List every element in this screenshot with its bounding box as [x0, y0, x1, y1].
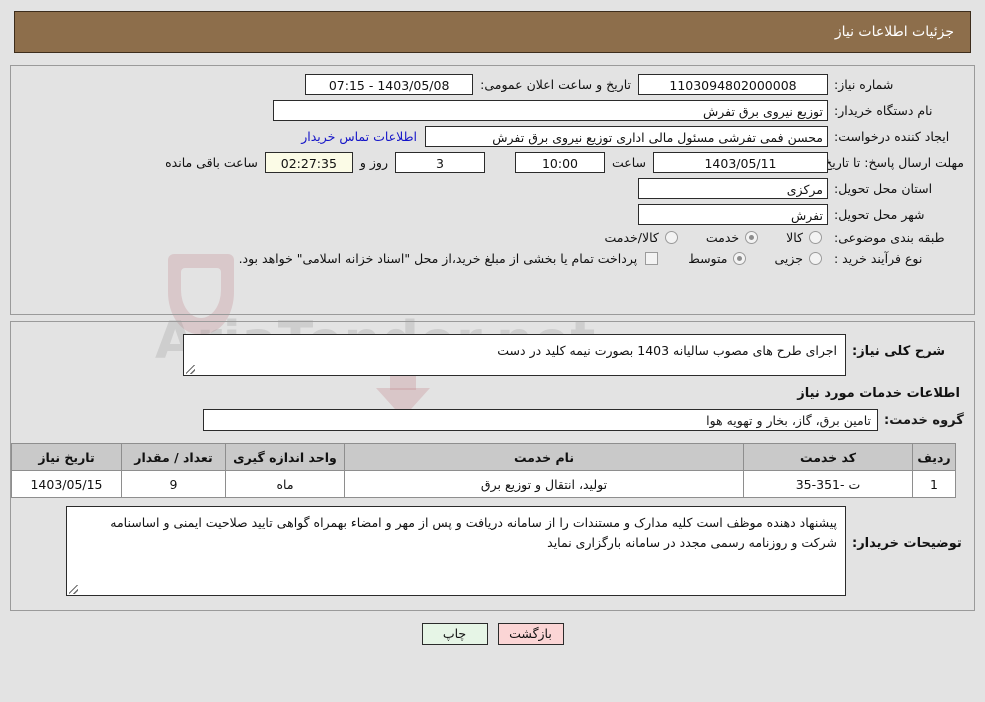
category-option-kala[interactable]: کالا [768, 230, 828, 245]
need-number-field[interactable]: 1103094802000008 [638, 74, 828, 95]
row-city: شهر محل تحویل: تفرش [21, 204, 964, 225]
description-textarea[interactable]: اجرای طرح های مصوب سالیانه 1403 بصورت نی… [183, 334, 846, 376]
countdown-field[interactable]: 02:27:35 [264, 152, 353, 173]
requester-label: ایجاد کننده درخواست: [834, 129, 950, 144]
row-service-group: گروه خدمت: تامین برق، گاز، بخار و تهویه … [21, 409, 964, 431]
category-radio-kala-khedmat[interactable] [664, 231, 678, 244]
category-radio-kala-khedmat-label: کالا/خدمت [604, 230, 659, 245]
deadline-time-field[interactable]: 10:00 [514, 152, 605, 173]
need-info-panel: شماره نیاز: 1103094802000008 تاریخ و ساع… [10, 65, 975, 315]
services-table: ردیف کد خدمت نام خدمت واحد اندازه گیری ت… [11, 443, 956, 498]
col-date: تاریخ نیاز [11, 443, 122, 471]
buyer-notes-label: توضیحات خریدار: [852, 536, 962, 551]
process-radio-jozee-label: جزیی [774, 251, 803, 266]
cell-need-date: 1403/05/15 [11, 470, 122, 498]
category-label: طبقه بندی موضوعی: [834, 230, 945, 245]
process-option-jozee[interactable]: جزیی [756, 251, 828, 266]
service-group-field[interactable]: تامین برق، گاز، بخار و تهویه هوا [203, 409, 878, 431]
treasury-bond-checkbox[interactable] [645, 252, 659, 265]
announce-datetime-field[interactable]: 1403/05/08 - 07:15 [305, 74, 474, 95]
row-requester: ایجاد کننده درخواست: محسن فمی تفرشی مسئو… [21, 126, 964, 147]
col-code: کد خدمت [743, 443, 913, 471]
category-radio-kala[interactable] [809, 231, 822, 244]
deadline-date-field[interactable]: 1403/05/11 [653, 152, 828, 173]
category-radio-khedmat-label: خدمت [705, 230, 740, 245]
cell-name: تولید، انتقال و توزیع برق [344, 470, 744, 498]
col-name: نام خدمت [344, 443, 744, 471]
province-label: استان محل تحویل: [834, 181, 933, 196]
city-field[interactable]: تفرش [638, 204, 828, 225]
hour-label: ساعت [611, 155, 646, 170]
remaining-days-field[interactable]: 3 [394, 152, 485, 173]
city-label: شهر محل تحویل: [834, 207, 925, 222]
province-field[interactable]: مرکزی [638, 178, 828, 199]
page-title: جزئیات اطلاعات نیاز [834, 24, 954, 40]
row-category: طبقه بندی موضوعی: کالا خدمت کالا/خدمت [21, 230, 964, 245]
buyer-org-label: نام دستگاه خریدار: [834, 103, 933, 118]
row-description: شرح کلی نیاز: اجرای طرح های مصوب سالیانه… [21, 334, 964, 376]
page-title-bar: جزئیات اطلاعات نیاز [14, 11, 971, 53]
remaining-label: ساعت باقی مانده [165, 155, 258, 170]
cell-unit: ماه [225, 470, 345, 498]
process-radio-jozee[interactable] [809, 252, 822, 265]
col-qty: تعداد / مقدار [121, 443, 226, 471]
cell-quantity: 9 [121, 470, 226, 498]
category-radio-khedmat[interactable] [745, 231, 759, 244]
col-index: ردیف [912, 443, 956, 471]
table-header-row: ردیف کد خدمت نام خدمت واحد اندازه گیری ت… [11, 443, 956, 471]
service-group-label: گروه خدمت: [884, 412, 964, 428]
category-option-kala-khedmat[interactable]: کالا/خدمت [586, 230, 683, 245]
category-radio-kala-label: کالا [786, 230, 803, 245]
buyer-notes-textarea[interactable]: پیشنهاد دهنده موظف است کلیه مدارک و مستن… [66, 506, 846, 596]
services-section-title: اطلاعات خدمات مورد نیاز [797, 386, 960, 401]
category-option-khedmat[interactable]: خدمت [688, 230, 764, 245]
description-label: شرح کلی نیاز: [852, 344, 946, 359]
row-process-type: نوع فرآیند خرید : جزیی متوسط پرداخت تمام… [21, 251, 964, 266]
buyer-org-field[interactable]: توزیع نیروی برق تفرش [273, 100, 828, 121]
process-radio-motavaset-label: متوسط [688, 251, 728, 266]
col-unit: واحد اندازه گیری [225, 443, 345, 471]
row-deadline: مهلت ارسال پاسخ: تا تاریخ: 1403/05/11 سا… [21, 152, 964, 173]
need-details-panel: شرح کلی نیاز: اجرای طرح های مصوب سالیانه… [10, 321, 975, 611]
back-button[interactable]: بازگشت [497, 623, 564, 645]
row-buyer-org: نام دستگاه خریدار: توزیع نیروی برق تفرش [21, 100, 964, 121]
table-row: 1 ت -351-35 تولید، انتقال و توزیع برق ما… [11, 470, 956, 498]
print-button[interactable]: چاپ [421, 623, 488, 645]
announce-label: تاریخ و ساعت اعلان عمومی: [480, 77, 631, 92]
buyer-contact-link[interactable]: اطلاعات تماس خریدار [293, 129, 425, 144]
footer-actions: بازگشت چاپ [0, 623, 985, 645]
requester-field[interactable]: محسن فمی تفرشی مسئول مالی اداری توزیع نی… [425, 126, 828, 147]
days-label: روز و [359, 155, 388, 170]
treasury-bond-text: پرداخت تمام یا بخشی از مبلغ خرید،از محل … [238, 251, 638, 266]
process-radio-motavaset[interactable] [733, 252, 747, 265]
process-label: نوع فرآیند خرید : [834, 251, 923, 266]
row-need-number: شماره نیاز: 1103094802000008 تاریخ و ساع… [21, 74, 964, 95]
row-buyer-notes: توضیحات خریدار: پیشنهاد دهنده موظف است ک… [21, 506, 964, 596]
cell-code: ت -351-35 [743, 470, 913, 498]
page-root: جزئیات اطلاعات نیاز شماره نیاز: 11030948… [0, 11, 985, 645]
need-number-label: شماره نیاز: [834, 77, 894, 92]
deadline-label: مهلت ارسال پاسخ: تا تاریخ: [819, 155, 964, 170]
process-option-motavaset[interactable]: متوسط [670, 251, 752, 266]
cell-index: 1 [912, 470, 956, 498]
row-province: استان محل تحویل: مرکزی [21, 178, 964, 199]
